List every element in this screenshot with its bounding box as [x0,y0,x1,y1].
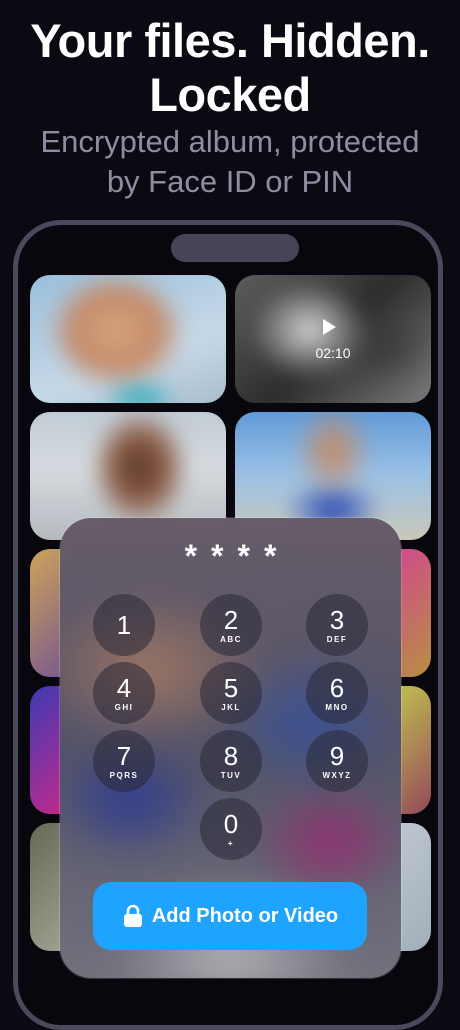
key-letters: JKL [221,703,241,712]
keypad-key-7[interactable]: 7 PQRS [93,730,155,792]
keypad-key-0[interactable]: 0 + [200,798,262,860]
key-digit: 7 [116,741,132,771]
pin-lock-panel: **** 1 2 ABC 3 DEF 4 GHI 5 JKL 6 MNO 7 P… [59,517,402,979]
key-digit: 1 [116,610,132,640]
keypad-key-4[interactable]: 4 GHI [93,662,155,724]
keypad-key-6[interactable]: 6 MNO [306,662,368,724]
dynamic-island [171,234,299,262]
key-digit: 0 [223,809,239,839]
headline-line-1: Your files. Hidden. [30,14,430,67]
video-duration: 02:10 [315,345,351,361]
key-letters: ABC [220,635,242,644]
subheadline-line-2: by Face ID or PIN [106,164,354,199]
subheadline-line-1: Encrypted album, protected [40,124,420,159]
gallery-photo[interactable] [30,275,226,403]
key-letters: TUV [220,771,242,780]
key-digit: 6 [329,673,345,703]
key-digit: 8 [223,741,239,771]
key-letters: MNO [325,703,349,712]
pin-dots: **** [184,538,291,574]
add-photo-video-label: Add Photo or Video [151,904,339,927]
key-letters: WXYZ [322,771,352,780]
keypad-key-1[interactable]: 1 [93,594,155,656]
keypad-key-2[interactable]: 2 ABC [200,594,262,656]
key-digit: 5 [223,673,239,703]
key-digit: 4 [116,673,132,703]
subheadline: Encrypted album, protected by Face ID or… [0,122,460,202]
key-letters: DEF [326,635,348,644]
keypad-key-3[interactable]: 3 DEF [306,594,368,656]
play-icon [323,319,336,335]
headline-line-2: Locked [149,68,311,121]
key-digit: 9 [329,741,345,771]
headline: Your files. Hidden. Locked [0,14,460,122]
add-photo-video-button[interactable]: Add Photo or Video [93,882,367,950]
keypad-key-8[interactable]: 8 TUV [200,730,262,792]
keypad-key-5[interactable]: 5 JKL [200,662,262,724]
keypad-key-9[interactable]: 9 WXYZ [306,730,368,792]
key-letters: GHI [114,703,134,712]
key-letters: + [227,839,235,848]
key-digit: 2 [223,605,239,635]
key-digit: 3 [329,605,345,635]
lock-icon [123,904,142,927]
key-letters: PQRS [109,771,139,780]
gallery-video[interactable]: 02:10 [235,275,431,403]
